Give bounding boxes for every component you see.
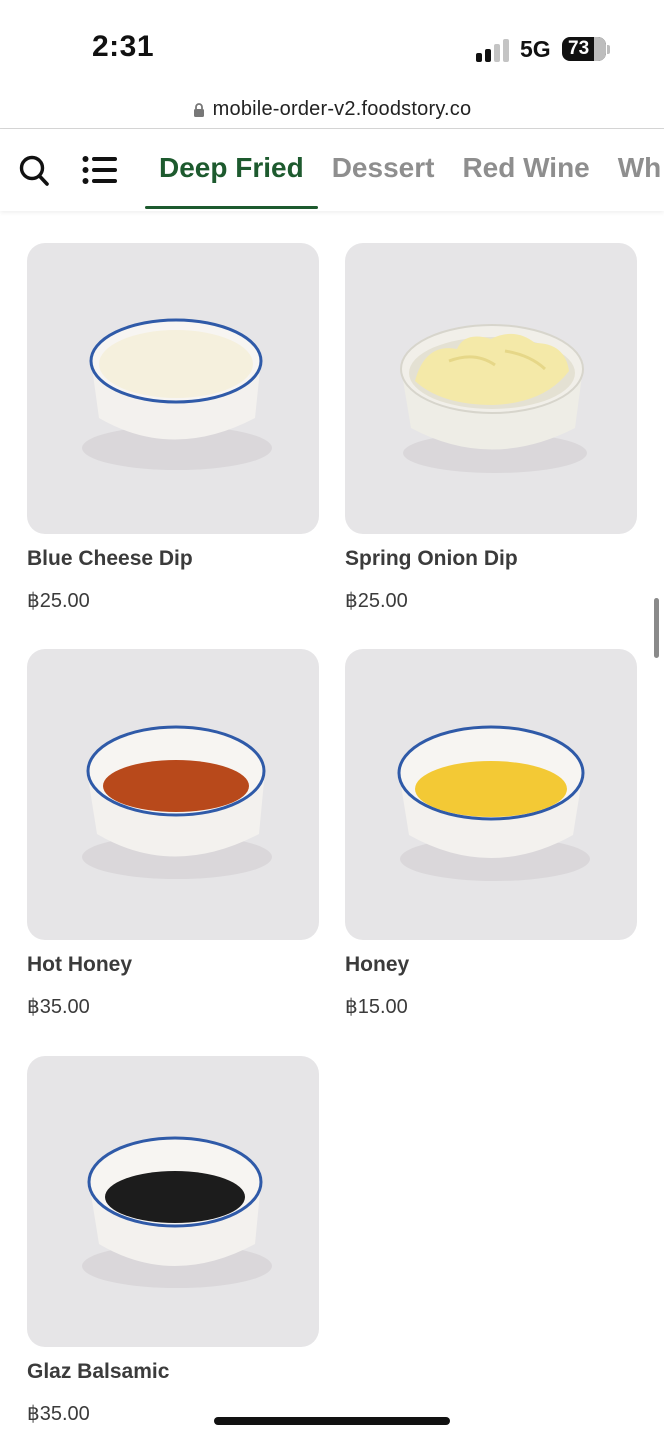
address-bar[interactable]: mobile-order-v2.foodstory.co: [0, 90, 664, 128]
list-icon: [82, 156, 117, 184]
product-card-blue-cheese-dip[interactable]: Blue Cheese Dip ฿25.00: [27, 243, 319, 613]
glaz-balsamic-image: [27, 1056, 319, 1347]
category-tabs: Deep Fried Dessert Red Wine Wh: [145, 129, 664, 211]
cellular-signal-icon: [476, 38, 510, 62]
search-icon: [19, 155, 49, 186]
hot-honey-image: [27, 649, 319, 940]
honey-image: [345, 649, 637, 940]
lock-icon: [193, 103, 204, 117]
battery-nub: [607, 45, 610, 54]
scrollbar-thumb[interactable]: [654, 598, 659, 658]
product-price: ฿25.00: [345, 590, 408, 612]
tab-deep-fried[interactable]: Deep Fried: [145, 129, 318, 211]
blue-cheese-dip-image: [27, 243, 319, 534]
product-price: ฿25.00: [27, 590, 90, 612]
product-price: ฿15.00: [345, 996, 408, 1018]
spring-onion-dip-image: [345, 243, 637, 534]
product-card-glaz-balsamic[interactable]: Glaz Balsamic ฿35.00: [27, 1056, 319, 1426]
tab-dessert[interactable]: Dessert: [318, 129, 449, 211]
status-bar: 2:31 5G 73: [0, 0, 664, 90]
product-name: Spring Onion Dip: [345, 547, 518, 570]
category-nav: Deep Fried Dessert Red Wine Wh: [0, 129, 664, 211]
product-card-spring-onion-dip[interactable]: Spring Onion Dip ฿25.00: [345, 243, 637, 613]
product-name: Blue Cheese Dip: [27, 547, 193, 570]
product-card-hot-honey[interactable]: Hot Honey ฿35.00: [27, 649, 319, 1019]
network-type: 5G: [520, 36, 551, 62]
url-text: mobile-order-v2.foodstory.co: [212, 97, 472, 120]
search-button[interactable]: [18, 153, 50, 192]
product-card-honey[interactable]: Honey ฿15.00: [345, 649, 637, 1019]
battery-level: 73: [568, 38, 590, 59]
home-indicator[interactable]: [214, 1417, 450, 1425]
category-list-button[interactable]: [82, 153, 118, 192]
tab-white-wine[interactable]: Wh: [604, 129, 664, 211]
product-name: Hot Honey: [27, 953, 132, 976]
product-name: Honey: [345, 953, 410, 976]
status-time: 2:31: [92, 30, 155, 63]
product-price: ฿35.00: [27, 996, 90, 1018]
product-name: Glaz Balsamic: [27, 1360, 170, 1383]
battery-icon: 73: [562, 37, 606, 61]
tab-red-wine[interactable]: Red Wine: [448, 129, 603, 211]
